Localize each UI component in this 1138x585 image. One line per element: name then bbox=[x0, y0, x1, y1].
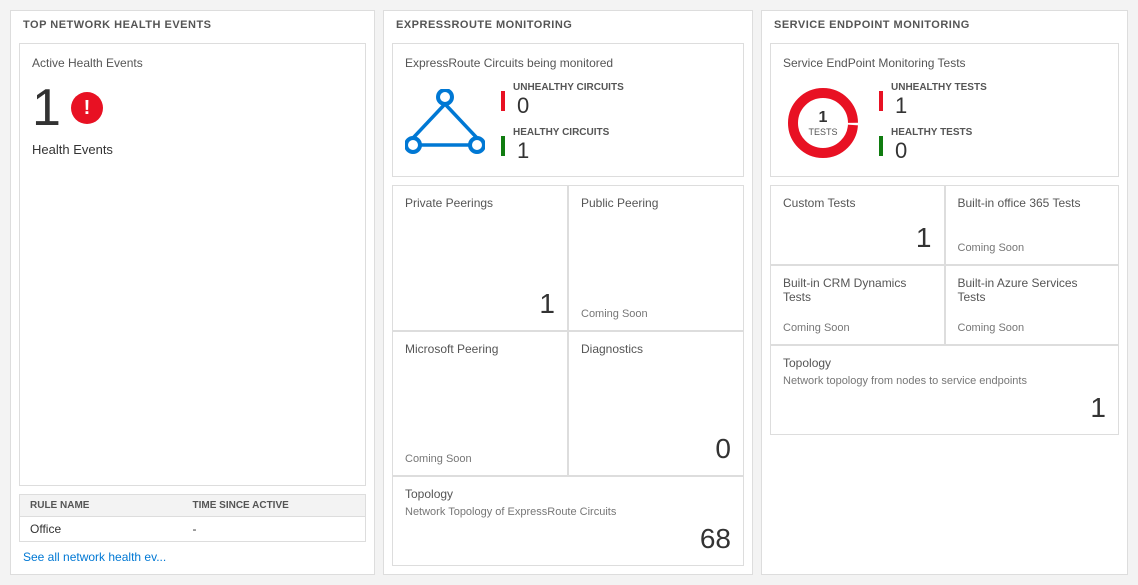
health-count: 1 bbox=[32, 82, 61, 134]
endpoint-unhealthy-stat: Unhealthy Tests 1 bbox=[879, 82, 987, 119]
mid-topology-title: Topology bbox=[405, 487, 731, 501]
mid-grid: Private Peerings 1 Public Peering Coming… bbox=[392, 185, 744, 476]
custom-tests-title: Custom Tests bbox=[783, 196, 932, 210]
healthy-label: Healthy Circuits bbox=[513, 127, 609, 138]
custom-tests-value: 1 bbox=[783, 222, 932, 254]
unhealthy-stat: Unhealthy Circuits 0 bbox=[501, 82, 624, 119]
row-time: - bbox=[193, 522, 356, 536]
private-peerings-title: Private Peerings bbox=[405, 196, 555, 210]
unhealthy-value: 0 bbox=[517, 93, 624, 119]
donut-total: 1 bbox=[808, 109, 837, 127]
expressroute-subtitle: ExpressRoute Circuits being monitored bbox=[405, 56, 731, 70]
health-table: Rule Name Time Since Active Office - bbox=[19, 494, 366, 542]
healthy-value: 1 bbox=[517, 138, 609, 164]
mid-topology-value: 68 bbox=[405, 523, 731, 555]
right-topology-card[interactable]: Topology Network topology from nodes to … bbox=[770, 345, 1119, 435]
left-panel: Top Network Health Events Active Health … bbox=[10, 10, 375, 575]
crm-title: Built-in CRM Dynamics Tests bbox=[783, 276, 932, 304]
mid-panel: ExpressRoute Monitoring ExpressRoute Cir… bbox=[383, 10, 753, 575]
circuit-stats: Unhealthy Circuits 0 Healthy Circuits 1 bbox=[501, 82, 624, 164]
endpoint-stats: Unhealthy Tests 1 Healthy Tests 0 bbox=[879, 82, 987, 164]
mid-topology-subtitle: Network Topology of ExpressRoute Circuit… bbox=[405, 506, 731, 518]
mid-panel-header: ExpressRoute Monitoring bbox=[384, 11, 752, 35]
microsoft-peering-subtitle: Coming Soon bbox=[405, 453, 555, 465]
mid-topology-card[interactable]: Topology Network Topology of ExpressRout… bbox=[392, 476, 744, 566]
right-topology-title: Topology bbox=[783, 356, 1106, 370]
see-all-link[interactable]: See all network health ev... bbox=[23, 550, 362, 564]
healthy-stat: Healthy Circuits 1 bbox=[501, 127, 624, 164]
health-label: Health Events bbox=[32, 142, 353, 157]
grid-item-crm[interactable]: Built-in CRM Dynamics Tests Coming Soon bbox=[770, 265, 945, 345]
diagnostics-title: Diagnostics bbox=[581, 342, 731, 356]
public-peering-title: Public Peering bbox=[581, 196, 731, 210]
endpoint-healthy-bar bbox=[879, 136, 883, 156]
see-all-anchor[interactable]: See all network health ev... bbox=[23, 550, 166, 564]
health-events-subtitle: Active Health Events bbox=[32, 56, 353, 70]
donut-tests-label: TESTS bbox=[808, 127, 837, 137]
service-endpoint-card: Service EndPoint Monitoring Tests 1 TEST… bbox=[770, 43, 1119, 177]
table-row: Office - bbox=[19, 516, 366, 542]
endpoint-healthy-label: Healthy Tests bbox=[891, 127, 972, 138]
service-subtitle: Service EndPoint Monitoring Tests bbox=[783, 56, 1106, 70]
grid-item-azure-services[interactable]: Built-in Azure Services Tests Coming Soo… bbox=[945, 265, 1120, 345]
health-metric: 1 ! bbox=[32, 82, 353, 134]
right-topology-value: 1 bbox=[783, 392, 1106, 424]
donut-label: 1 TESTS bbox=[808, 109, 837, 137]
grid-item-office365[interactable]: Built-in office 365 Tests Coming Soon bbox=[945, 185, 1120, 265]
grid-item-diagnostics[interactable]: Diagnostics 0 bbox=[568, 331, 744, 477]
azure-services-title: Built-in Azure Services Tests bbox=[958, 276, 1107, 304]
table-header-row: Rule Name Time Since Active bbox=[19, 494, 366, 516]
left-panel-header: Top Network Health Events bbox=[11, 11, 374, 35]
healthy-bar bbox=[501, 136, 505, 156]
unhealthy-label: Unhealthy Circuits bbox=[513, 82, 624, 93]
grid-item-public-peering[interactable]: Public Peering Coming Soon bbox=[568, 185, 744, 331]
grid-item-custom-tests[interactable]: Custom Tests 1 bbox=[770, 185, 945, 265]
endpoint-unhealthy-label: Unhealthy Tests bbox=[891, 82, 987, 93]
endpoint-healthy-stat: Healthy Tests 0 bbox=[879, 127, 987, 164]
microsoft-peering-title: Microsoft Peering bbox=[405, 342, 555, 356]
right-grid: Custom Tests 1 Built-in office 365 Tests… bbox=[770, 185, 1119, 345]
expressroute-content: Unhealthy Circuits 0 Healthy Circuits 1 bbox=[405, 82, 731, 164]
right-panel: Service Endpoint Monitoring Service EndP… bbox=[761, 10, 1128, 575]
right-topology-subtitle: Network topology from nodes to service e… bbox=[783, 375, 1106, 387]
endpoint-unhealthy-bar bbox=[879, 91, 883, 111]
col-time-active: Time Since Active bbox=[193, 500, 356, 511]
donut-section: 1 TESTS Unhealthy Tests 1 bbox=[783, 82, 1106, 164]
diagnostics-value: 0 bbox=[581, 433, 731, 465]
grid-item-microsoft-peering[interactable]: Microsoft Peering Coming Soon bbox=[392, 331, 568, 477]
expressroute-card: ExpressRoute Circuits being monitored bbox=[392, 43, 744, 177]
public-peering-subtitle: Coming Soon bbox=[581, 308, 731, 320]
right-panel-header: Service Endpoint Monitoring bbox=[762, 11, 1127, 35]
expressroute-icon bbox=[405, 89, 485, 157]
crm-subtitle: Coming Soon bbox=[783, 322, 932, 334]
office365-title: Built-in office 365 Tests bbox=[958, 196, 1107, 210]
endpoint-unhealthy-value: 1 bbox=[895, 93, 987, 119]
donut-chart: 1 TESTS bbox=[783, 83, 863, 163]
private-peerings-value: 1 bbox=[405, 288, 555, 320]
health-events-card: Active Health Events 1 ! Health Events bbox=[19, 43, 366, 486]
error-icon: ! bbox=[71, 92, 103, 124]
office365-subtitle: Coming Soon bbox=[958, 242, 1107, 254]
unhealthy-bar bbox=[501, 91, 505, 111]
endpoint-healthy-value: 0 bbox=[895, 138, 972, 164]
grid-item-private-peerings[interactable]: Private Peerings 1 bbox=[392, 185, 568, 331]
row-rule: Office bbox=[30, 522, 193, 536]
azure-services-subtitle: Coming Soon bbox=[958, 322, 1107, 334]
col-rule-name: Rule Name bbox=[30, 500, 193, 511]
